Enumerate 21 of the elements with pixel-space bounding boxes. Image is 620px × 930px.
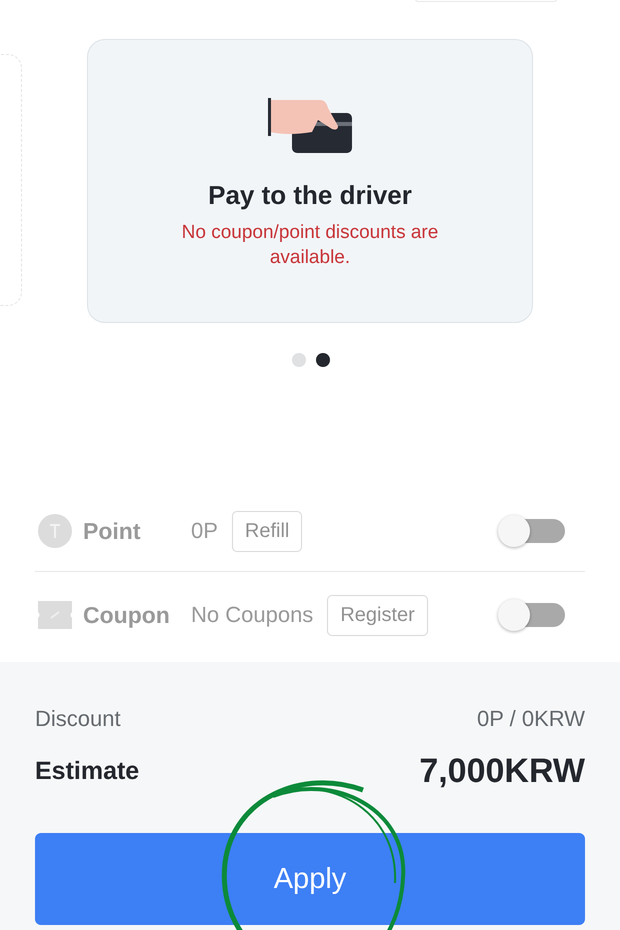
payment-card[interactable]: Pay to the driver No coupon/point discounts are available. xyxy=(87,39,533,323)
option-button[interactable]: Refill xyxy=(232,510,302,552)
estimate-label: Estimate xyxy=(35,757,140,786)
ticket-icon xyxy=(38,601,72,629)
notice-text: No coupon/point discounts are available. xyxy=(180,221,440,270)
toggle-switch[interactable] xyxy=(497,514,567,548)
toggle-switch[interactable] xyxy=(497,598,567,632)
page-dot[interactable] xyxy=(292,353,306,367)
option-label: Point xyxy=(83,518,142,544)
option-value: 0P xyxy=(191,518,218,544)
estimate-value: 7,000KRW xyxy=(419,752,585,791)
apply-button[interactable]: Apply xyxy=(35,833,585,925)
point-icon xyxy=(38,514,72,548)
option-label: Coupon xyxy=(83,602,171,628)
discount-label: Discount xyxy=(35,706,121,732)
page-dot[interactable] xyxy=(316,353,330,367)
option-value: No Coupons xyxy=(191,602,314,628)
discount-value: 0P / 0KRW xyxy=(476,706,585,732)
option-button[interactable]: Register xyxy=(327,594,428,636)
hand-card-icon xyxy=(268,96,354,154)
card-title: Pay to the driver xyxy=(208,180,412,211)
